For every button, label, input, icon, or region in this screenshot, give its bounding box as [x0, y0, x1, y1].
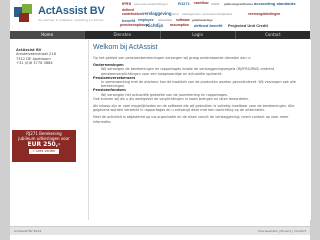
nav-item-login[interactable]: Login	[161, 31, 236, 39]
main-nav: Home Diensten Login Contact	[10, 31, 310, 39]
nav-item-diensten[interactable]: Diensten	[85, 31, 161, 39]
tag-cloud: IFRS pensioenverplichtingen RJ271 cashfl…	[120, 1, 310, 30]
address-line: +31 (0)6 3776 3884	[16, 61, 53, 66]
paragraph: Heel de activiteit is afgestemd op uw or…	[93, 115, 289, 124]
tag-cloud-word: software	[176, 18, 190, 22]
tag-cloud-word: pensioenverplichtingen	[134, 2, 168, 6]
footer: ActAssist BV 2024 Voorwaarden | Privacy …	[10, 226, 310, 235]
company-address: ActAssist BV Amstelveenstraat 218 7312 D…	[16, 48, 56, 66]
nav-item-home[interactable]: Home	[10, 31, 86, 39]
tag-cloud-word: verantwoordelijkheid	[202, 12, 233, 16]
nav-item-contact[interactable]: Contact	[236, 31, 310, 39]
main-content: Welkom bij ActAssist Op het gebied van p…	[88, 40, 311, 220]
read-more-link[interactable]: » Lees verder	[29, 149, 59, 154]
tag-cloud-word: IAS19	[211, 2, 220, 6]
tag-cloud-word: cashflow	[194, 1, 209, 5]
paragraph: Als inkoop zijn er veel mogelijkheden en…	[93, 104, 295, 113]
tag-cloud-word: defined benefit	[194, 23, 223, 28]
service-description: In samenwerking met de adviseur kan de k…	[101, 80, 296, 89]
tag-cloud-word: actuarieel	[158, 18, 173, 22]
tag-cloud-word: assumption	[170, 23, 190, 27]
tag-cloud-word: employee	[138, 18, 154, 22]
tag-cloud-word: accounting standards	[254, 1, 296, 6]
tag-cloud-word: Richtlijn	[146, 23, 164, 28]
paragraph: Ook kunnen wij als u als werkgever de ve…	[93, 96, 250, 101]
content-body: Op het gebied van pensioenberekeningen v…	[93, 56, 307, 127]
brand-tagline: Uw partner in software, opleiding en adv…	[38, 18, 104, 22]
tag-cloud-word: vervroegdebelingen	[248, 12, 281, 16]
service-list: Ondernemingen Wij verzorgen de berekenin…	[93, 63, 307, 97]
tag-cloud-word: pensioenopbouw	[120, 23, 148, 27]
logo-icon[interactable]	[14, 4, 36, 22]
sidebar: ActAssist BV Amstelveenstraat 218 7312 D…	[10, 40, 80, 220]
intro-text: Op het gebied van pensioenberekeningen v…	[93, 56, 251, 60]
tag-cloud-word: gelijkwaardige	[192, 18, 213, 22]
header: ActAssist BV Uw partner in software, opl…	[10, 0, 310, 30]
footer-copyright: ActAssist BV 2024	[14, 229, 42, 233]
page-title: Welkom bij ActAssist	[93, 44, 158, 51]
tag-cloud-word: actor	[172, 12, 180, 16]
tag-cloud-word: IFRS	[122, 1, 132, 6]
brand-name[interactable]: ActAssist BV	[38, 5, 105, 17]
tag-cloud-word: contribution	[122, 12, 142, 16]
tag-cloud-word: verslaggeving	[142, 11, 172, 16]
promo-banner[interactable]: RJ271 Berekening jubileum uitkeringen vo…	[12, 130, 76, 162]
tag-cloud-word: vakbeginsels	[182, 12, 201, 16]
tag-cloud-word: RJ271	[178, 1, 190, 6]
page: ActAssist BV Uw partner in software, opl…	[10, 0, 311, 240]
service-description: Wij verzorgen de berekeningen en rapport…	[101, 67, 275, 76]
tag-cloud-word: jubileumgratificaties	[224, 2, 254, 6]
footer-links[interactable]: Voorwaarden | Privacy | Contact	[78, 227, 310, 235]
promo-price: EUR 250,-	[27, 141, 61, 149]
tag-cloud-word: Projected Unit Credit	[228, 23, 268, 28]
